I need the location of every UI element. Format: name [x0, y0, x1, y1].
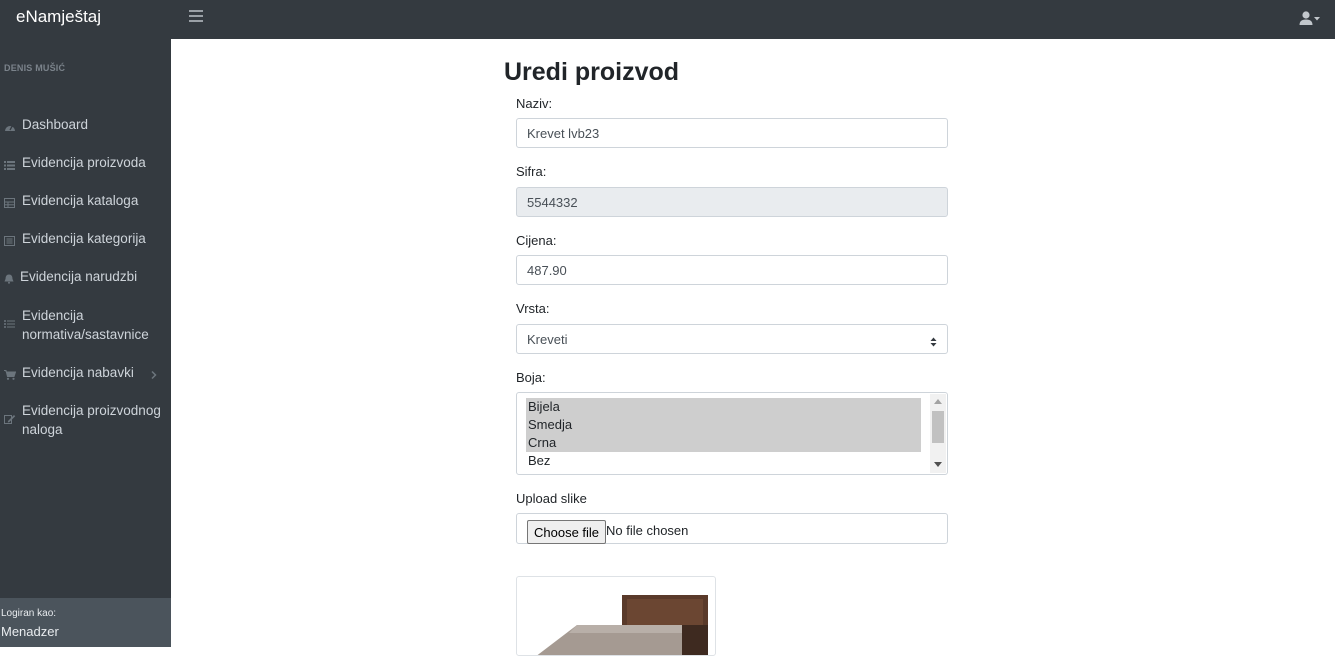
menu-toggle-icon[interactable]	[189, 10, 203, 24]
sidebar-item-kategorije[interactable]: Evidencija kategorija	[0, 229, 171, 248]
vrsta-selected-value: Kreveti	[527, 332, 568, 347]
vrsta-select[interactable]: Kreveti	[516, 324, 948, 354]
sifra-label: Sifra:	[516, 164, 547, 179]
sidebar-item-label: Evidencija narudzbi	[20, 269, 138, 284]
boja-multiselect[interactable]: Bijela Smedja Crna Bez	[516, 392, 948, 475]
sidebar-item-narudzbe[interactable]: Evidencija narudzbi	[0, 267, 171, 286]
boja-option-bijela[interactable]: Bijela	[526, 398, 921, 416]
sidebar-item-label: Dashboard	[22, 117, 89, 132]
sidebar-item-label: Evidencija nabavki	[22, 365, 134, 380]
logged-in-label: Logiran kao:	[1, 608, 57, 619]
bell-icon	[4, 271, 14, 284]
product-image	[516, 576, 716, 656]
top-navbar: eNamještaj	[0, 0, 1335, 39]
user-menu-icon[interactable]	[1299, 10, 1321, 26]
naziv-label: Naziv:	[516, 96, 553, 111]
sidebar-item-katalozi[interactable]: Evidencija kataloga	[0, 191, 171, 210]
dashboard-icon	[4, 119, 16, 131]
select-arrows-icon	[930, 335, 937, 347]
chevron-right-icon	[150, 367, 158, 380]
sidebar-footer: Logiran kao: Menadzer	[0, 598, 171, 647]
file-status-text: No file chosen	[606, 523, 689, 538]
upload-label: Upload slike	[516, 491, 587, 506]
sidebar-item-label: Evidencija proizvodnog naloga	[22, 403, 161, 437]
sidebar-item-proizvodi[interactable]: Evidencija proizvoda	[0, 153, 171, 172]
listbox-scrollbar[interactable]	[930, 394, 946, 473]
cijena-label: Cijena:	[516, 233, 557, 248]
brand-logo[interactable]: eNamještaj	[16, 7, 101, 27]
boja-option-crna[interactable]: Crna	[526, 434, 921, 452]
choose-file-button[interactable]: Choose file	[527, 520, 607, 544]
list-ul-icon	[4, 316, 16, 328]
scroll-thumb[interactable]	[932, 411, 944, 443]
boja-option-bez[interactable]: Bez	[526, 452, 921, 470]
sidebar-item-normativi[interactable]: Evidencija normativa/sastavnice	[0, 306, 171, 344]
sidebar-user-name: DENIS MUŠIĆ	[4, 63, 66, 73]
sidebar-item-dashboard[interactable]: Dashboard	[0, 115, 171, 134]
boja-label: Boja:	[516, 370, 546, 385]
table-icon	[4, 195, 16, 208]
sifra-input[interactable]: 5544332	[516, 187, 948, 217]
list-icon	[4, 157, 16, 170]
cijena-input[interactable]: 487.90	[516, 255, 948, 285]
scroll-down-arrow-icon[interactable]	[934, 462, 942, 467]
file-upload-input[interactable]: Choose file No file chosen	[516, 513, 948, 544]
sidebar-item-label: Evidencija normativa/sastavnice	[22, 308, 149, 342]
sidebar-item-label: Evidencija kategorija	[22, 231, 146, 246]
vrsta-label: Vrsta:	[516, 301, 550, 316]
sidebar-item-proizvodni-nalog[interactable]: Evidencija proizvodnog naloga	[0, 401, 171, 439]
sidebar-item-nabavke[interactable]: Evidencija nabavki	[0, 363, 171, 382]
book-icon	[4, 233, 16, 246]
page-title: Uredi proizvod	[504, 58, 680, 86]
user-role: Menadzer	[1, 624, 59, 639]
sidebar: DENIS MUŠIĆ Dashboard Evidencija proizvo…	[0, 39, 171, 647]
cart-icon	[4, 367, 17, 380]
sidebar-item-label: Evidencija proizvoda	[22, 155, 146, 170]
naziv-input[interactable]: Krevet lvb23	[516, 118, 948, 148]
edit-icon	[4, 411, 16, 424]
bed-image	[537, 595, 708, 655]
scroll-up-arrow-icon[interactable]	[934, 399, 942, 404]
boja-option-smedja[interactable]: Smedja	[526, 416, 921, 434]
sidebar-item-label: Evidencija kataloga	[22, 193, 139, 208]
